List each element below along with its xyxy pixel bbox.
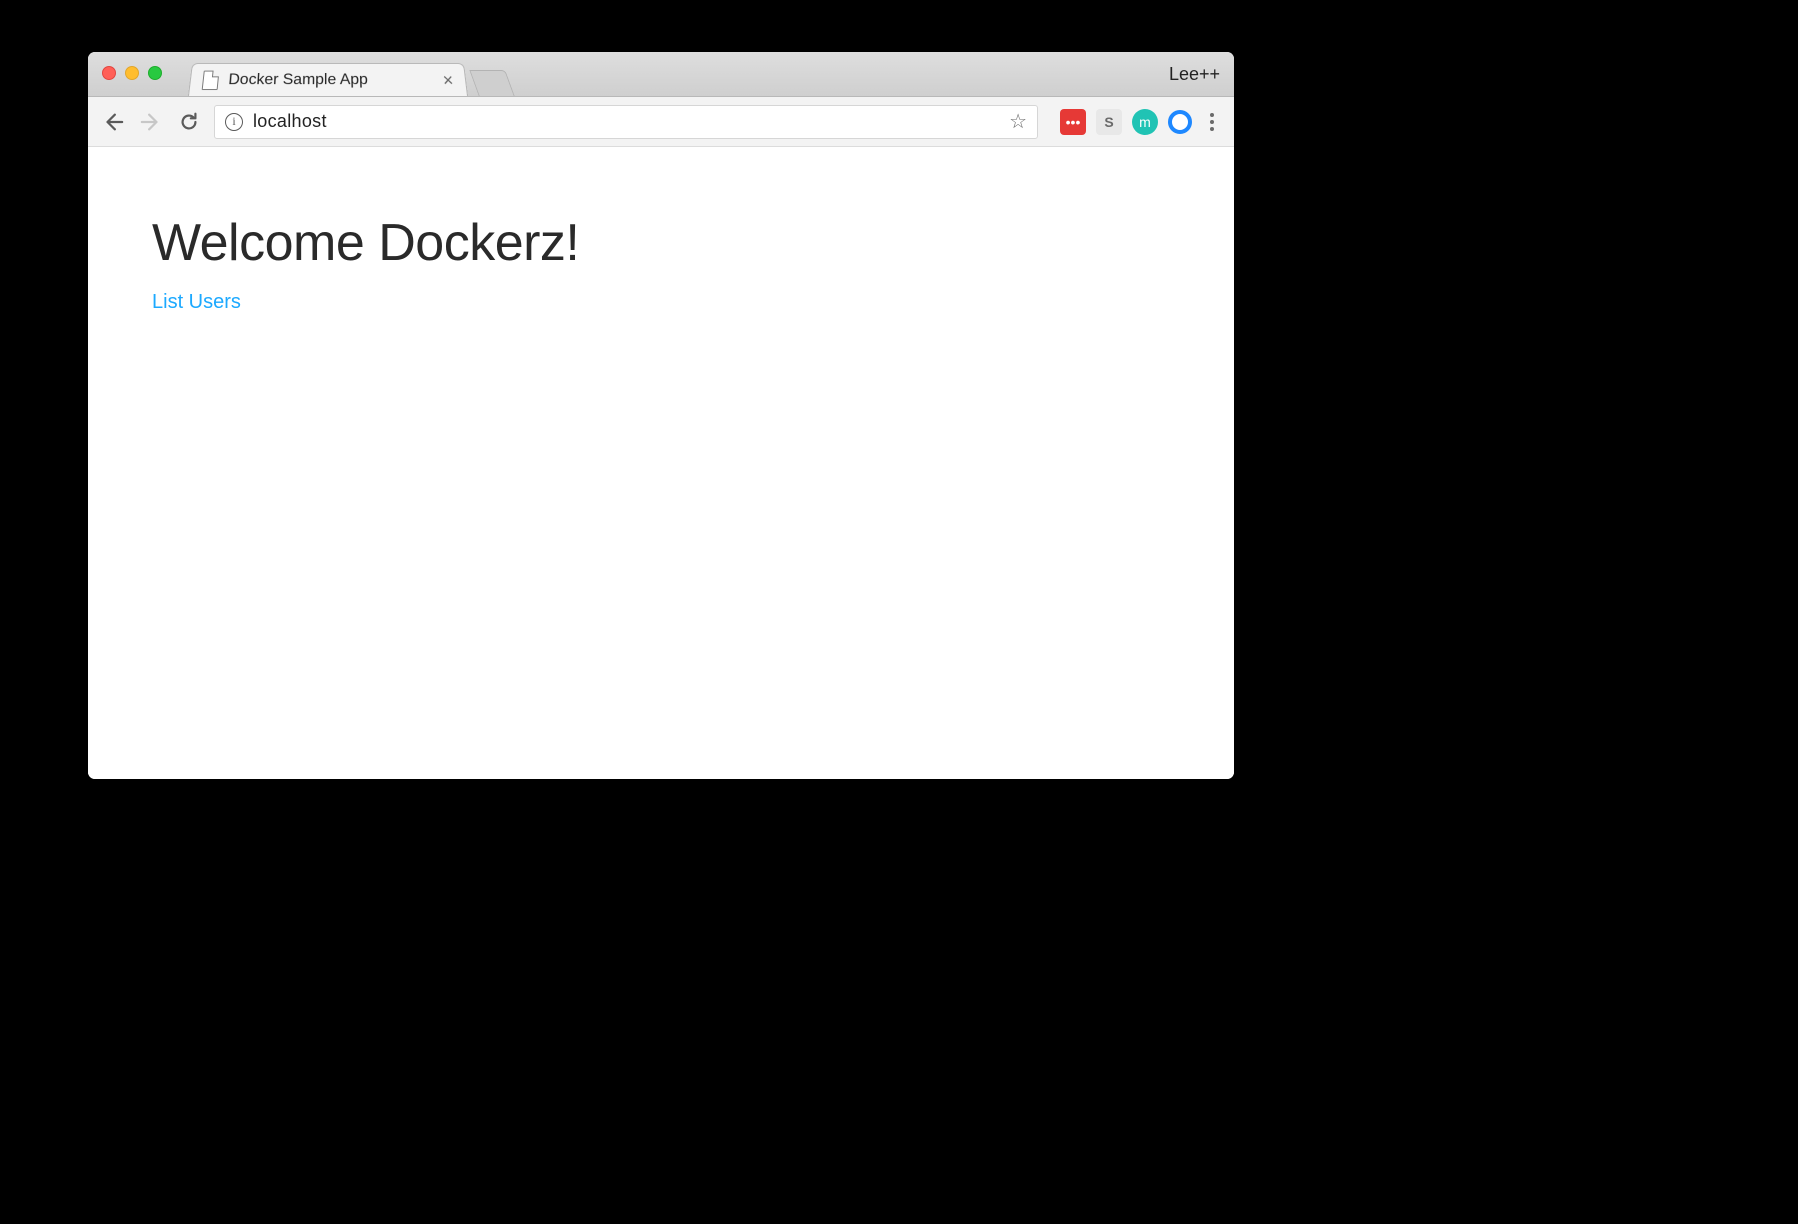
arrow-left-icon xyxy=(102,111,124,133)
extension-s-icon[interactable]: S xyxy=(1096,109,1122,135)
extension-lastpass-icon[interactable]: ••• xyxy=(1060,109,1086,135)
extensions-area: ••• S m xyxy=(1060,109,1222,135)
browser-window: Docker Sample App × Lee++ xyxy=(88,52,1234,779)
list-users-link[interactable]: List Users xyxy=(152,291,241,313)
profile-name-label[interactable]: Lee++ xyxy=(1169,64,1220,85)
toolbar: i localhost ☆ ••• S m xyxy=(88,97,1234,147)
page-favicon-icon xyxy=(202,70,220,89)
page-heading: Welcome Dockerz! xyxy=(152,213,1170,273)
site-info-icon[interactable]: i xyxy=(225,113,243,131)
bookmark-star-icon[interactable]: ☆ xyxy=(1009,109,1027,134)
extension-m-icon[interactable]: m xyxy=(1132,109,1158,135)
kebab-dot-icon xyxy=(1210,120,1214,124)
window-close-button[interactable] xyxy=(102,66,116,80)
page-content: Welcome Dockerz! List Users xyxy=(88,147,1234,779)
arrow-right-icon xyxy=(140,111,162,133)
extension-blue-circle-icon[interactable] xyxy=(1168,110,1192,134)
tab-close-icon[interactable]: × xyxy=(442,71,454,88)
nav-reload-button[interactable] xyxy=(176,109,202,135)
window-minimize-button[interactable] xyxy=(125,66,139,80)
nav-forward-button[interactable] xyxy=(138,109,164,135)
kebab-dot-icon xyxy=(1210,127,1214,131)
chrome-menu-button[interactable] xyxy=(1202,113,1222,131)
address-bar[interactable]: i localhost ☆ xyxy=(214,105,1038,139)
new-tab-button[interactable] xyxy=(469,70,514,96)
window-zoom-button[interactable] xyxy=(148,66,162,80)
window-controls xyxy=(102,66,162,80)
titlebar: Docker Sample App × Lee++ xyxy=(88,52,1234,97)
tab-strip: Docker Sample App × xyxy=(188,52,510,96)
url-text: localhost xyxy=(253,111,999,132)
tab-title: Docker Sample App xyxy=(228,71,434,88)
browser-tab[interactable]: Docker Sample App × xyxy=(188,63,468,96)
nav-back-button[interactable] xyxy=(100,109,126,135)
reload-icon xyxy=(178,111,200,133)
kebab-dot-icon xyxy=(1210,113,1214,117)
